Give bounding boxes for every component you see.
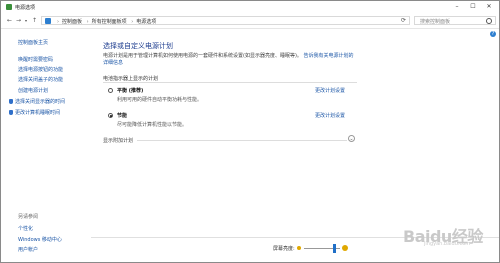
shield-icon: [9, 110, 13, 115]
minimize-button[interactable]: –: [451, 2, 463, 11]
additional-plans-divider: [137, 140, 347, 141]
search-placeholder: 搜索控制面板: [420, 19, 451, 25]
recent-locations-chevron-icon[interactable]: ▾: [25, 17, 27, 25]
title-bar: 电源选项 – ☐ ✕: [1, 1, 499, 13]
section-divider: [103, 82, 357, 83]
nav-display-off[interactable]: 选择关闭显示器的时间: [9, 98, 65, 105]
control-panel-icon: [45, 18, 51, 24]
breadcrumb-power-options[interactable]: 电源选项: [136, 19, 156, 25]
close-button[interactable]: ✕: [483, 2, 495, 11]
shield-icon: [9, 99, 13, 104]
plan-balanced-name[interactable]: 平衡 (推荐): [117, 87, 143, 94]
plan-powersaver-radio[interactable]: [108, 113, 113, 118]
show-additional-plans[interactable]: 显示附加计划: [103, 137, 133, 144]
see-also-title: 另请参阅: [18, 214, 39, 220]
refresh-icon[interactable]: ⟳: [401, 17, 406, 24]
page-description: 电源计划是用于管理计算机如何使用电源的一套硬件和系统设置(如显示器亮度、睡眠等)…: [103, 53, 354, 66]
watermark-url: jingyan.baidu.com: [424, 241, 471, 247]
nav-power-button[interactable]: 选择电源按钮的功能: [18, 66, 63, 73]
help-icon[interactable]: ?: [490, 31, 496, 37]
nav-lid-close[interactable]: 选择关闭盖子的功能: [18, 76, 63, 83]
breadcrumb[interactable]: › 控制面板 › 所有控制面板项 › 电源选项 ⟳: [41, 16, 410, 25]
nav-require-password[interactable]: 唤醒时需要密码: [18, 56, 53, 63]
brightness-slider-thumb[interactable]: [333, 244, 337, 253]
brightness-label: 屏幕亮度:: [273, 246, 295, 252]
plan-powersaver-settings-link[interactable]: 更改计划设置: [315, 112, 345, 119]
control-panel-home-link[interactable]: 控制面板主页: [18, 39, 48, 46]
nav-sleep-time[interactable]: 更改计算机睡眠时间: [9, 109, 60, 116]
nav-create-plan[interactable]: 创建电源计划: [18, 87, 48, 94]
power-options-icon: [6, 4, 12, 10]
forward-arrow-icon[interactable]: →: [16, 17, 21, 25]
window-title: 电源选项: [15, 5, 36, 11]
plan-balanced-desc: 利用可用的硬件自动平衡功耗与性能。: [117, 97, 203, 103]
address-bar: ← → ▾ ↑ › 控制面板 › 所有控制面板项 › 电源选项 ⟳ 搜索控制面板: [1, 14, 499, 29]
chevron-down-icon[interactable]: ⌄: [348, 135, 355, 142]
section-label: 电池指示器上显示的计划: [103, 76, 159, 82]
see-also-user-accounts[interactable]: 用户帐户: [18, 246, 38, 253]
page-title: 选择或自定义电源计划: [103, 42, 173, 50]
maximize-button[interactable]: ☐: [467, 2, 479, 11]
back-arrow-icon[interactable]: ←: [7, 17, 12, 25]
see-also-mobility-center[interactable]: Windows 移动中心: [18, 236, 62, 243]
breadcrumb-control-panel[interactable]: 控制面板: [62, 19, 82, 25]
see-also-personalization[interactable]: 个性化: [18, 225, 33, 232]
plan-balanced-settings-link[interactable]: 更改计划设置: [315, 87, 345, 94]
breadcrumb-all-items[interactable]: 所有控制面板项: [92, 19, 127, 25]
search-input[interactable]: 搜索控制面板: [414, 16, 496, 25]
plan-balanced-radio[interactable]: [108, 88, 113, 93]
plan-powersaver-name[interactable]: 节能: [117, 112, 127, 119]
brightness-high-icon: [342, 245, 348, 251]
search-icon: [486, 18, 492, 24]
control-panel-window: 电源选项 – ☐ ✕ ← → ▾ ↑ › 控制面板 › 所有控制面板项 › 电源选项 …: [0, 0, 500, 263]
brightness-low-icon: [297, 246, 301, 250]
up-arrow-icon[interactable]: ↑: [32, 17, 37, 25]
plan-powersaver-desc: 尽可能降低计算机性能以节能。: [117, 122, 188, 128]
